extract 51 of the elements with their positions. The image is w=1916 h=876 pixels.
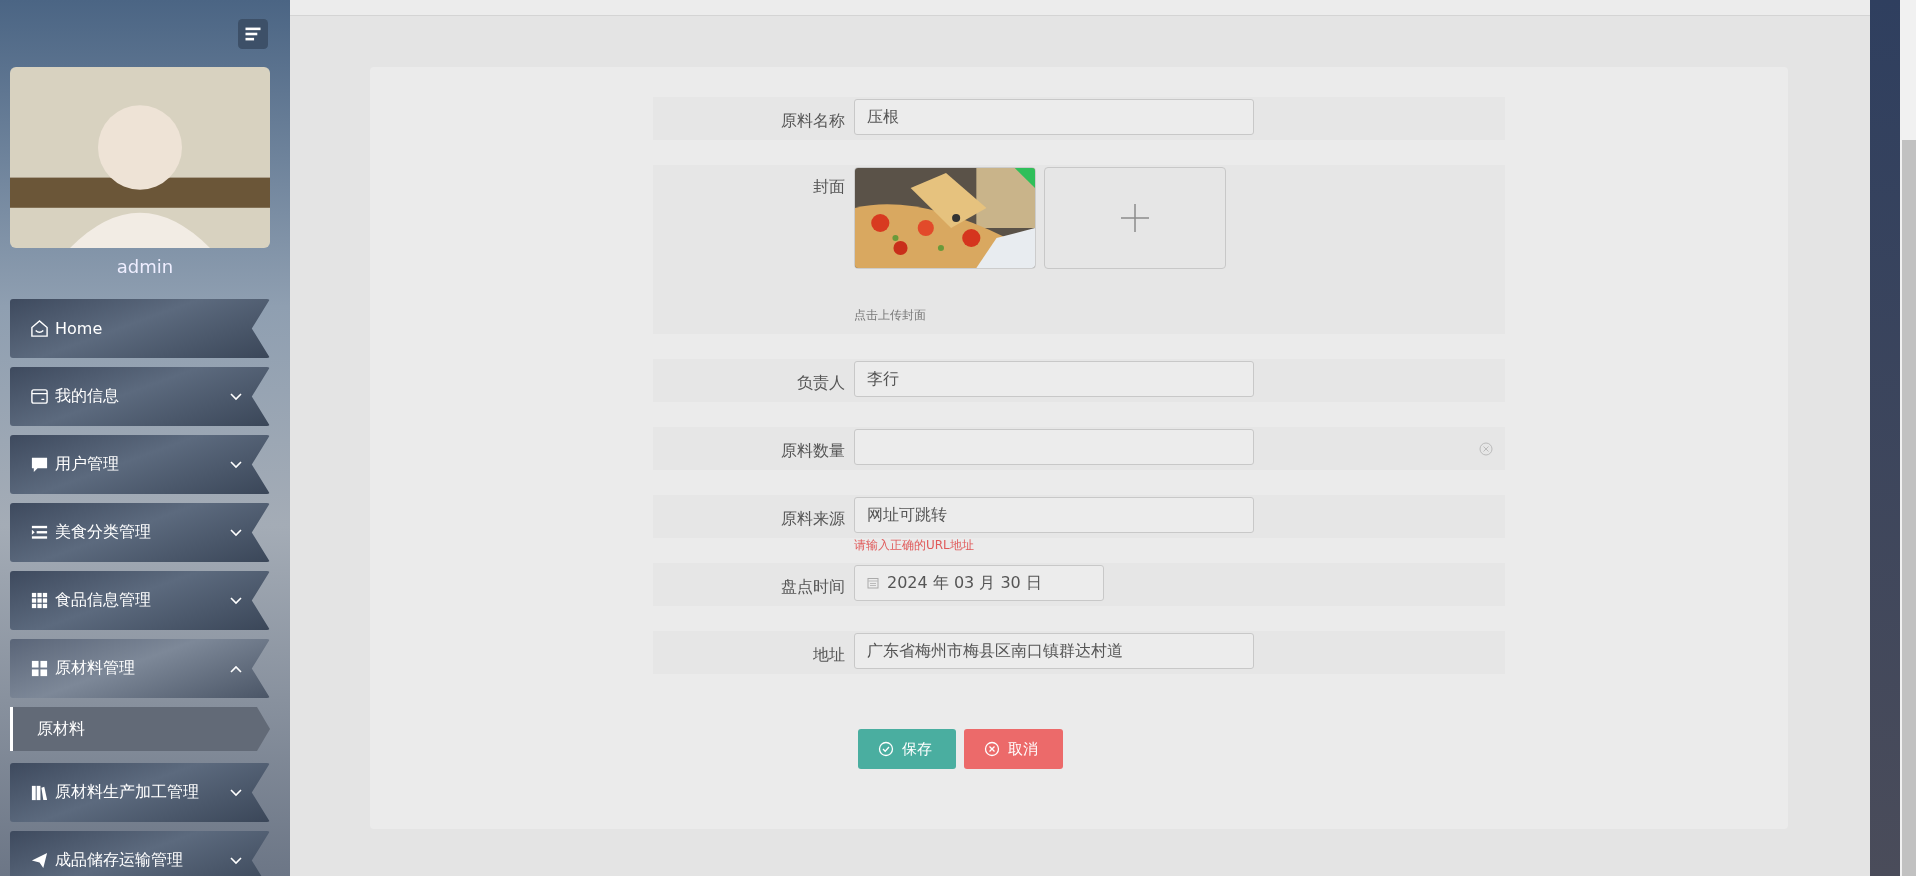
upload-button[interactable] [1044,167,1226,269]
list-icon [30,523,49,542]
nav-item[interactable]: 成品储存运输管理 [10,831,270,876]
grid-icon [30,591,49,610]
plane-icon [30,851,49,870]
nav-item[interactable]: 我的信息 [10,367,270,426]
input-field[interactable] [854,429,1254,465]
scrollbar-thumb[interactable] [1902,140,1916,876]
date-field[interactable]: 2024 年 03 月 30 日 [854,565,1104,601]
nav-item[interactable]: 原材料管理 [10,639,270,698]
card-icon [30,387,49,406]
date-value: 2024 年 03 月 30 日 [887,572,1042,594]
plus-icon [1121,204,1149,232]
error-message: 请输入正确的URL地址 [854,537,974,554]
close-circle-icon [984,741,1000,757]
input-field[interactable]: 李行 [854,361,1254,397]
home-icon [30,319,49,338]
submenu-item[interactable]: 原材料 [10,707,270,751]
book-icon [30,783,49,802]
field-label: 原料名称 [780,110,846,132]
nav-label: 用户管理 [55,454,120,475]
nav-label: 原材料管理 [55,658,136,679]
nav-item[interactable]: 食品信息管理 [10,571,270,630]
tiles-icon [30,659,49,678]
input-field[interactable]: 网址可跳转 [854,497,1254,533]
nav-item[interactable]: 用户管理 [10,435,270,494]
calendar-icon [867,577,879,589]
nav-label: 美食分类管理 [55,522,152,543]
nav-item[interactable]: 美食分类管理 [10,503,270,562]
field-label: 原料来源 [780,508,846,530]
nav-label: 成品储存运输管理 [55,850,184,871]
field-label: 原料数量 [780,440,846,462]
nav-item[interactable]: Home [10,299,270,358]
field-label: 负责人 [796,372,846,394]
nav-label: 我的信息 [55,386,120,407]
user-name: admin [115,256,175,277]
field-label: 封面 [812,176,846,198]
field-label: 地址 [812,644,846,666]
nav-label: 原材料生产加工管理 [55,782,200,803]
clear-icon[interactable] [1479,442,1493,456]
upload-hint: 点击上传封面 [854,307,927,324]
nav-label: Home [55,319,104,338]
input-field[interactable]: 广东省梅州市梅县区南口镇群达村道 [854,633,1254,669]
nav-label: 食品信息管理 [55,590,152,611]
check-circle-icon [878,741,894,757]
cancel-button[interactable]: 取消 [964,729,1063,769]
field-label: 盘点时间 [780,576,846,598]
input-field[interactable]: 压根 [854,99,1254,135]
menu-icon[interactable] [238,19,268,49]
chat-icon [30,455,49,474]
nav-item[interactable]: 原材料生产加工管理 [10,763,270,822]
